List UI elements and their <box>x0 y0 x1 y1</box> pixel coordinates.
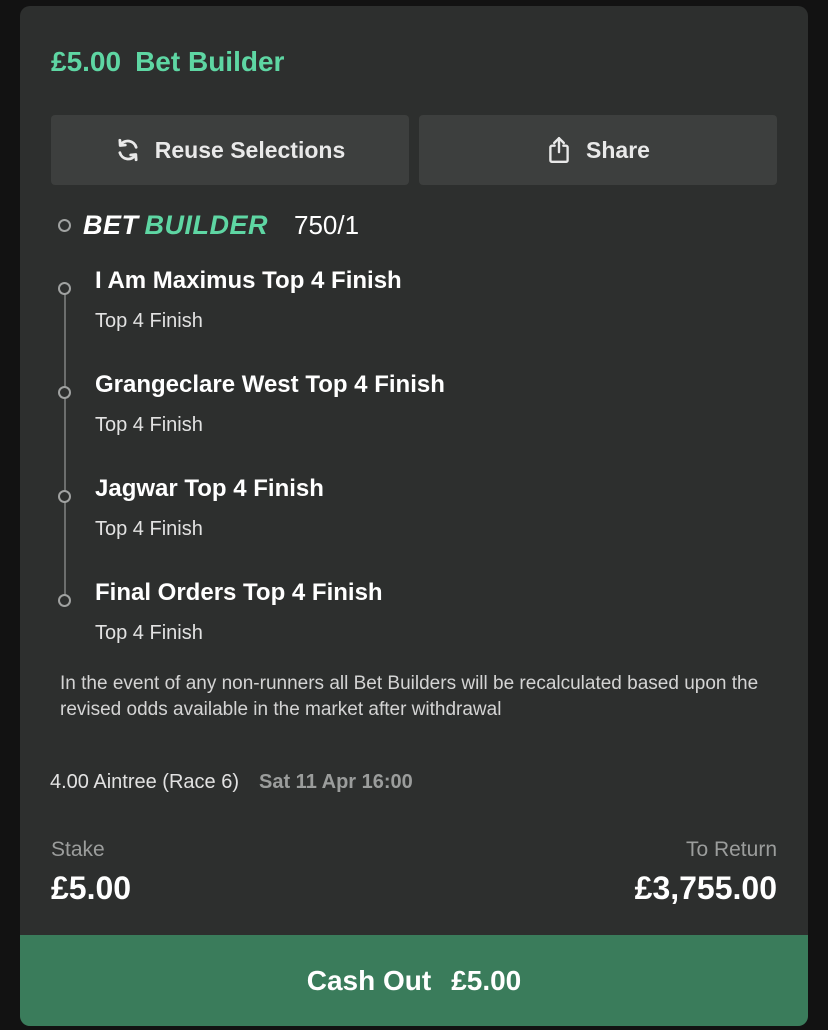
event-info: 4.00 Aintree (Race 6) Sat 11 Apr 16:00 <box>50 771 413 794</box>
bet-builder-logo: BET BUILDER <box>83 209 268 240</box>
stake-value: £5.00 <box>51 870 132 906</box>
stake-label: Stake <box>51 838 105 861</box>
timeline-node <box>58 282 71 295</box>
refresh-icon <box>115 137 141 163</box>
selection-market: Top 4 Finish <box>95 414 203 436</box>
timeline-node <box>58 218 71 232</box>
timeline-node <box>58 386 71 399</box>
selection-market: Top 4 Finish <box>95 310 203 332</box>
cash-out-button[interactable]: Cash Out £5.00 <box>20 935 808 1026</box>
selection-market: Top 4 Finish <box>95 518 203 540</box>
share-label: Share <box>586 136 650 163</box>
event-time: Sat 11 Apr 16:00 <box>259 771 413 793</box>
header-stake: £5.00 <box>51 46 122 77</box>
bet-builder-row: BET BUILDER 750/1 <box>58 208 359 242</box>
bet-card: £5.00 Bet Builder Reuse Selections Share … <box>20 6 808 1026</box>
timeline-line <box>64 292 66 596</box>
selection-title: I Am Maximus Top 4 Finish <box>95 267 402 294</box>
bet-header: £5.00 Bet Builder <box>51 46 284 78</box>
share-button[interactable]: Share <box>419 115 777 185</box>
selection-title: Final Orders Top 4 Finish <box>95 579 383 606</box>
header-title: Bet Builder <box>135 46 285 77</box>
timeline-node <box>58 490 71 503</box>
bet-builder-odds: 750/1 <box>294 209 360 240</box>
non-runner-notice: In the event of any non-runners all Bet … <box>60 673 759 720</box>
reuse-selections-label: Reuse Selections <box>154 136 346 163</box>
selection-market: Top 4 Finish <box>95 622 203 644</box>
cash-out-label: Cash Out <box>306 964 432 996</box>
reuse-selections-button[interactable]: Reuse Selections <box>51 115 409 185</box>
return-value: £3,755.00 <box>634 870 777 906</box>
cash-out-amount: £5.00 <box>451 964 522 996</box>
return-label: To Return <box>685 838 777 861</box>
selection-title: Grangeclare West Top 4 Finish <box>95 371 445 398</box>
share-icon <box>546 136 572 164</box>
event-name: 4.00 Aintree (Race 6) <box>50 771 239 793</box>
selection-title: Jagwar Top 4 Finish <box>95 475 324 502</box>
timeline-node <box>58 594 71 607</box>
